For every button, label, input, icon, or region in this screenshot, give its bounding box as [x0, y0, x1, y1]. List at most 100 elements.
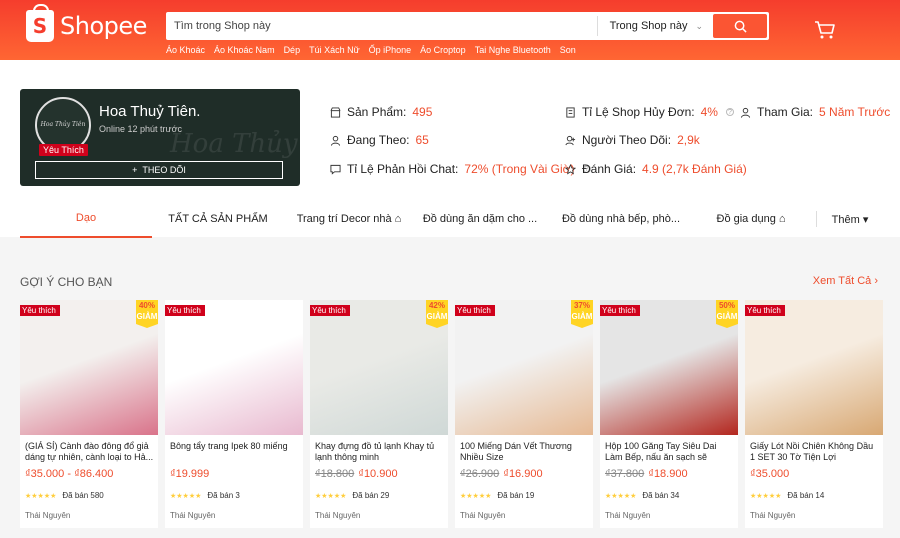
- current-price: ₫10.900: [358, 468, 398, 480]
- sold-count: Đã bán 34: [642, 491, 680, 500]
- product-card[interactable]: Yêu thích Giấy Lót Nồi Chiên Không Dầu 1 …: [745, 300, 883, 528]
- tab-label: Trang trí Decor nhà: [296, 213, 392, 225]
- stat-label: Tỉ Lệ Shop Hủy Đơn:: [582, 105, 695, 119]
- shopee-bag-icon: S: [26, 4, 54, 42]
- stat-label: Đang Theo:: [347, 133, 410, 147]
- product-name[interactable]: Hộp 100 Găng Tay Siêu Dai Làm Bếp, nấu ă…: [605, 441, 735, 463]
- help-icon[interactable]: ?: [725, 108, 734, 116]
- old-price: ₫18.800: [315, 468, 355, 480]
- suggestion-link[interactable]: Túi Xách Nữ: [309, 45, 360, 55]
- stat-value: 495: [412, 105, 433, 119]
- see-all-link[interactable]: Xem Tất Cả ›: [813, 275, 878, 287]
- product-location: Thái Nguyên: [170, 511, 216, 520]
- suggestion-link[interactable]: Áo Khoác: [166, 45, 205, 55]
- search-input[interactable]: [166, 13, 597, 39]
- shopee-logo[interactable]: S Shopee: [26, 4, 147, 42]
- tab-label: Đồ dùng nhà bếp, phò...: [561, 213, 681, 225]
- stat-cancel-rate: Tỉ Lệ Shop Hủy Đơn: 4%?: [565, 105, 734, 119]
- shop-online-status: Online 12 phút trước: [99, 124, 182, 134]
- discount-badge: 40% GIẢM: [136, 300, 158, 328]
- product-image[interactable]: [745, 300, 883, 435]
- product-card[interactable]: Yêu thích 50% GIẢM Hộp 100 Găng Tay Siêu Da…: [600, 300, 738, 528]
- followers-icon: [565, 135, 576, 145]
- tab-kitchen[interactable]: Đồ dùng nhà bếp, phò...: [546, 200, 696, 238]
- favorite-badge: Yêu thích: [20, 305, 60, 316]
- product-price: ₫37.800 ₫18.900: [605, 468, 688, 480]
- stat-label: Người Theo Dõi:: [582, 133, 672, 147]
- stat-label: Sản Phẩm:: [347, 105, 407, 119]
- stat-value: 2,9k: [677, 133, 700, 147]
- rating-stars-icon: ★★★★★: [315, 492, 347, 500]
- product-price: ₫35.000: [750, 468, 789, 480]
- product-name[interactable]: Bông tẩy trang Ipek 80 miếng: [170, 441, 300, 463]
- tab-dao[interactable]: Dạo: [20, 200, 152, 238]
- follow-button[interactable]: + THEO DÕI: [35, 161, 283, 179]
- tab-label: TẤT CẢ SẢN PHẨM: [168, 213, 268, 225]
- stat-value: 65: [415, 133, 429, 147]
- product-card[interactable]: Yêu thích Bông tẩy trang Ipek 80 miếng ₫19…: [165, 300, 303, 528]
- product-price: ₫35.000 - ₫86.400: [25, 468, 113, 480]
- favorite-badge: Yêu thích: [600, 305, 640, 316]
- product-card[interactable]: Yêu thích 40% GIẢM (GIÁ SỈ) Cành đào đông đ…: [20, 300, 158, 528]
- old-price: ₫37.800: [605, 468, 645, 480]
- product-name[interactable]: Giấy Lót Nồi Chiên Không Dầu 1 SET 30 Tờ…: [750, 441, 880, 463]
- search-button[interactable]: [713, 14, 767, 38]
- rating-stars-icon: ★★★★★: [750, 492, 782, 500]
- suggestion-link[interactable]: Dép: [284, 45, 301, 55]
- sold-count: Đã bán 19: [497, 491, 535, 500]
- search-scope-label: Trong Shop này: [609, 20, 688, 32]
- shop-tabs: Dạo TẤT CẢ SẢN PHẨM Trang trí Decor nhà ⌂…: [20, 200, 880, 238]
- product-card[interactable]: Yêu thích 42% GIẢM Khay đựng đồ tủ lạnh Kha…: [310, 300, 448, 528]
- discount-label: GIẢM: [716, 312, 738, 321]
- tab-label: Đồ dùng ăn dặm cho ...: [422, 213, 538, 225]
- current-price: ₫16.900: [503, 468, 543, 480]
- search-icon: [734, 20, 747, 33]
- product-rating: ★★★★★ Đã bán 580: [25, 491, 104, 500]
- product-rating: ★★★★★ Đã bán 14: [750, 491, 824, 500]
- tab-more[interactable]: Thêm ▾: [827, 200, 873, 238]
- current-price: ₫35.000: [750, 468, 790, 480]
- suggestion-link[interactable]: Áo Khoác Nam: [214, 45, 275, 55]
- product-location: Thái Nguyên: [750, 511, 796, 520]
- suggestion-link[interactable]: Son: [560, 45, 576, 55]
- sold-count: Đã bán 14: [787, 491, 825, 500]
- store-icon: [330, 106, 341, 118]
- stat-value: 4.9 (2,7k Đánh Giá): [642, 162, 747, 176]
- tab-all-products[interactable]: TẤT CẢ SẢN PHẨM: [152, 200, 284, 238]
- stat-value: 4%: [700, 105, 718, 119]
- product-location: Thái Nguyên: [25, 511, 71, 520]
- stat-chat: Tỉ Lệ Phản Hồi Chat: 72% (Trong Vài Giờ)?: [330, 162, 591, 176]
- discount-percent: 37%: [573, 301, 590, 310]
- avatar-text: Hoa Thủy Tiên: [40, 121, 86, 129]
- user-icon: [330, 135, 341, 146]
- tab-decor[interactable]: Trang trí Decor nhà ⌂: [284, 200, 414, 238]
- product-card[interactable]: Yêu thích 37% GIẢM 100 Miếng Dán Vết Thương…: [455, 300, 593, 528]
- plus-icon: +: [132, 165, 138, 175]
- search-scope-dropdown[interactable]: Trong Shop này ⌄: [596, 16, 713, 36]
- stat-value: 5 Năm Trước: [819, 105, 891, 119]
- tab-divider: [816, 211, 817, 227]
- discount-percent: 40%: [138, 301, 155, 310]
- sold-count: Đã bán 3: [207, 491, 240, 500]
- product-name[interactable]: Khay đựng đồ tủ lạnh Khay tủ lạnh thông …: [315, 441, 445, 463]
- discount-badge: 37% GIẢM: [571, 300, 593, 328]
- sold-count: Đã bán 29: [352, 491, 390, 500]
- product-image[interactable]: [165, 300, 303, 435]
- stat-joined: Tham Gia: 5 Năm Trước: [740, 105, 890, 119]
- tab-weaning[interactable]: Đồ dùng ăn dặm cho ...: [414, 200, 546, 238]
- tab-household[interactable]: Đồ gia dụng ⌂: [696, 200, 806, 238]
- suggestion-link[interactable]: Tai Nghe Bluetooth: [475, 45, 551, 55]
- search-bar: Trong Shop này ⌄: [166, 12, 769, 40]
- cart-icon[interactable]: [814, 20, 836, 40]
- product-rating: ★★★★★ Đã bán 34: [605, 491, 679, 500]
- tab-label: Thêm ▾: [831, 213, 869, 226]
- suggestion-link[interactable]: Áo Croptop: [420, 45, 466, 55]
- shop-name: Hoa Thuỷ Tiên.: [99, 103, 201, 120]
- product-price: ₫18.800 ₫10.900: [315, 468, 398, 480]
- product-name[interactable]: (GIÁ SỈ) Cành đào đông đổ giả dáng tự nh…: [25, 441, 155, 463]
- discount-percent: 42%: [428, 301, 445, 310]
- product-name[interactable]: 100 Miếng Dán Vết Thương Nhiều Size: [460, 441, 590, 463]
- stat-followers: Người Theo Dõi: 2,9k: [565, 133, 700, 147]
- product-location: Thái Nguyên: [315, 511, 361, 520]
- suggestion-link[interactable]: Ốp iPhone: [369, 45, 412, 55]
